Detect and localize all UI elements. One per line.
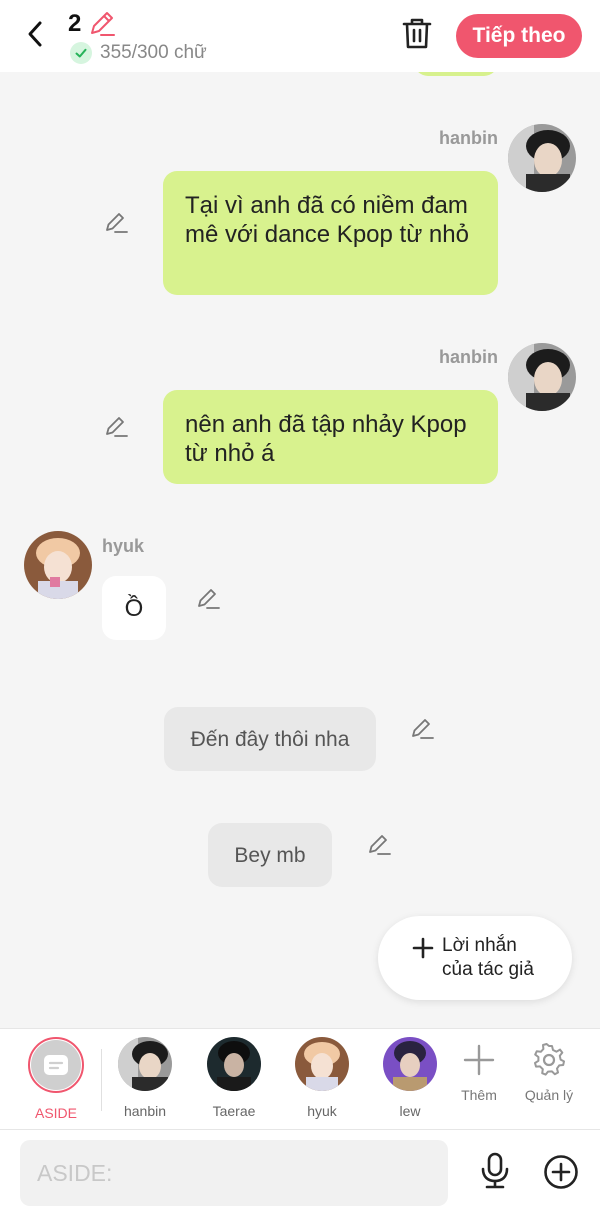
check-icon [70,42,92,64]
sender-name: hanbin [439,347,498,367]
aside-bubble[interactable]: Bey mb [208,823,332,887]
word-count-text: 355/300 chữ [100,42,207,63]
divider [101,1049,102,1111]
author-note-button[interactable]: Lời nhắn của tác giả [378,916,572,1000]
gear-icon [534,1043,565,1076]
avatar-hanbin[interactable] [508,343,576,411]
manage-label: Quản lý [524,1087,574,1103]
edit-title-icon[interactable] [88,10,116,38]
trash-icon [402,18,432,49]
message-bubble[interactable]: nên anh đã tập nhảy Kpop từ nhỏ á [163,390,498,484]
add-button[interactable] [543,1154,579,1190]
character-label: hanbin [123,1103,167,1119]
sender-name: hanbin [439,128,498,148]
add-character-button[interactable]: Thêm [444,1043,514,1103]
input-bar [0,1130,600,1218]
character-aside[interactable]: ASIDE [16,1037,96,1121]
edit-message-icon[interactable] [103,210,129,236]
word-count: 355/300 chữ [70,42,207,64]
character-taerae[interactable]: Taerae [194,1037,274,1119]
character-label: Taerae [212,1103,256,1119]
message-bubble[interactable]: Ồ [102,576,166,640]
back-button[interactable] [18,14,52,54]
add-label: Thêm [461,1087,497,1103]
microphone-icon [481,1152,509,1189]
character-label: lew [399,1103,421,1119]
avatar [118,1037,172,1091]
microphone-button[interactable] [478,1152,512,1190]
avatar [207,1037,261,1091]
edit-message-icon[interactable] [195,586,221,612]
manage-button[interactable]: Quản lý [514,1043,584,1103]
message-input[interactable] [20,1140,448,1206]
chapter-number: 2 [68,10,82,37]
character-hanbin[interactable]: hanbin [105,1037,185,1119]
previous-message-bubble[interactable] [414,72,498,76]
author-note-label: Lời nhắn của tác giả [442,935,534,980]
top-bar: 2 355/300 chữ Tiếp theo [0,0,600,72]
chevron-left-icon [28,21,42,47]
avatar-hanbin[interactable] [508,124,576,192]
chat-area[interactable]: hanbin Tại vì anh đã có niềm đam mê với … [0,72,600,1028]
next-button[interactable]: Tiếp theo [456,14,582,58]
edit-message-icon[interactable] [103,414,129,440]
edit-message-icon[interactable] [409,716,435,742]
character-bar: ASIDE hanbin Taerae hyuk lew Thêm Quản l… [0,1028,600,1130]
avatar [383,1037,437,1091]
avatar-hyuk[interactable] [24,531,92,599]
character-lew[interactable]: lew [370,1037,450,1119]
character-hyuk[interactable]: hyuk [282,1037,362,1119]
character-label: hyuk [307,1103,337,1119]
plus-icon [412,937,434,959]
avatar [295,1037,349,1091]
edit-message-icon[interactable] [366,832,392,858]
plus-icon [463,1044,495,1076]
delete-button[interactable] [400,16,434,52]
message-bubble[interactable]: Tại vì anh đã có niềm đam mê với dance K… [163,171,498,295]
character-label: ASIDE [34,1105,77,1121]
plus-circle-icon [544,1155,578,1189]
message-icon [31,1040,81,1090]
aside-bubble[interactable]: Đến đây thôi nha [164,707,376,771]
sender-name: hyuk [102,536,145,556]
